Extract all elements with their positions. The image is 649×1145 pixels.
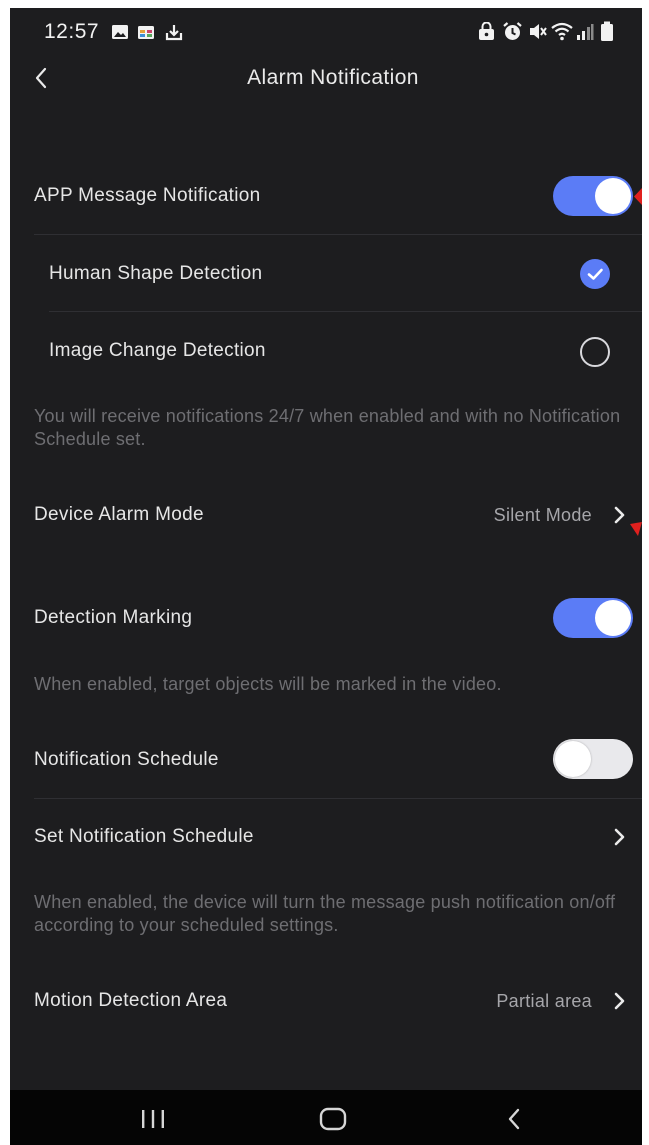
alarm-clock-icon <box>503 22 522 40</box>
mute-icon <box>530 24 547 39</box>
lock-icon <box>479 22 494 40</box>
toggle-knob <box>555 741 591 777</box>
schedule-help-text: When enabled, the device will turn the m… <box>34 892 616 935</box>
notification-help-text: You will receive notifications 24/7 when… <box>34 406 621 449</box>
home-icon[interactable] <box>319 1107 347 1131</box>
page-title: Alarm Notification <box>247 66 419 89</box>
row-divider <box>34 234 642 235</box>
toggle-knob <box>595 600 631 636</box>
set-notification-schedule-label[interactable]: Set Notification Schedule <box>34 826 254 848</box>
system-navigation-bar <box>10 1090 642 1145</box>
device-alarm-mode-label[interactable]: Device Alarm Mode <box>34 504 204 526</box>
image-change-detection-checkbox[interactable] <box>580 337 610 367</box>
row-divider <box>49 311 642 312</box>
checkmark-icon <box>587 268 603 280</box>
motion-detection-area-value[interactable]: Partial area <box>496 991 592 1012</box>
human-shape-detection-checkbox[interactable] <box>580 259 610 289</box>
signal-icon <box>577 24 594 40</box>
chevron-right-icon[interactable] <box>613 506 627 524</box>
detection-marking-help-text: When enabled, target objects will be mar… <box>34 674 502 694</box>
chevron-right-icon[interactable] <box>613 828 627 846</box>
motion-detection-area-label[interactable]: Motion Detection Area <box>34 990 227 1012</box>
row-divider <box>34 798 642 799</box>
cloud-download-icon <box>165 25 183 41</box>
toggle-knob <box>595 178 631 214</box>
wifi-icon <box>551 22 573 41</box>
app-message-notification-label: APP Message Notification <box>34 185 261 206</box>
recent-apps-icon[interactable] <box>140 1109 166 1129</box>
device-alarm-mode-value[interactable]: Silent Mode <box>494 505 592 526</box>
chevron-right-icon[interactable] <box>613 992 627 1010</box>
image-change-detection-label: Image Change Detection <box>49 340 266 361</box>
human-shape-detection-label: Human Shape Detection <box>49 263 263 284</box>
notification-schedule-label: Notification Schedule <box>34 749 219 770</box>
notification-schedule-toggle[interactable] <box>553 739 633 779</box>
gallery-icon <box>112 25 128 39</box>
status-time: 12:57 <box>44 20 100 43</box>
annotation-arrow-icon <box>634 188 642 205</box>
app-message-notification-toggle[interactable] <box>553 176 633 216</box>
detection-marking-label: Detection Marking <box>34 607 193 628</box>
phone-screen: 12:57 Alarm Notification APP Message Not… <box>10 8 642 1145</box>
annotation-arrow-icon <box>630 522 642 536</box>
calendar-icon <box>138 26 154 39</box>
battery-icon <box>601 21 613 41</box>
back-icon[interactable] <box>507 1108 521 1130</box>
detection-marking-toggle[interactable] <box>553 598 633 638</box>
